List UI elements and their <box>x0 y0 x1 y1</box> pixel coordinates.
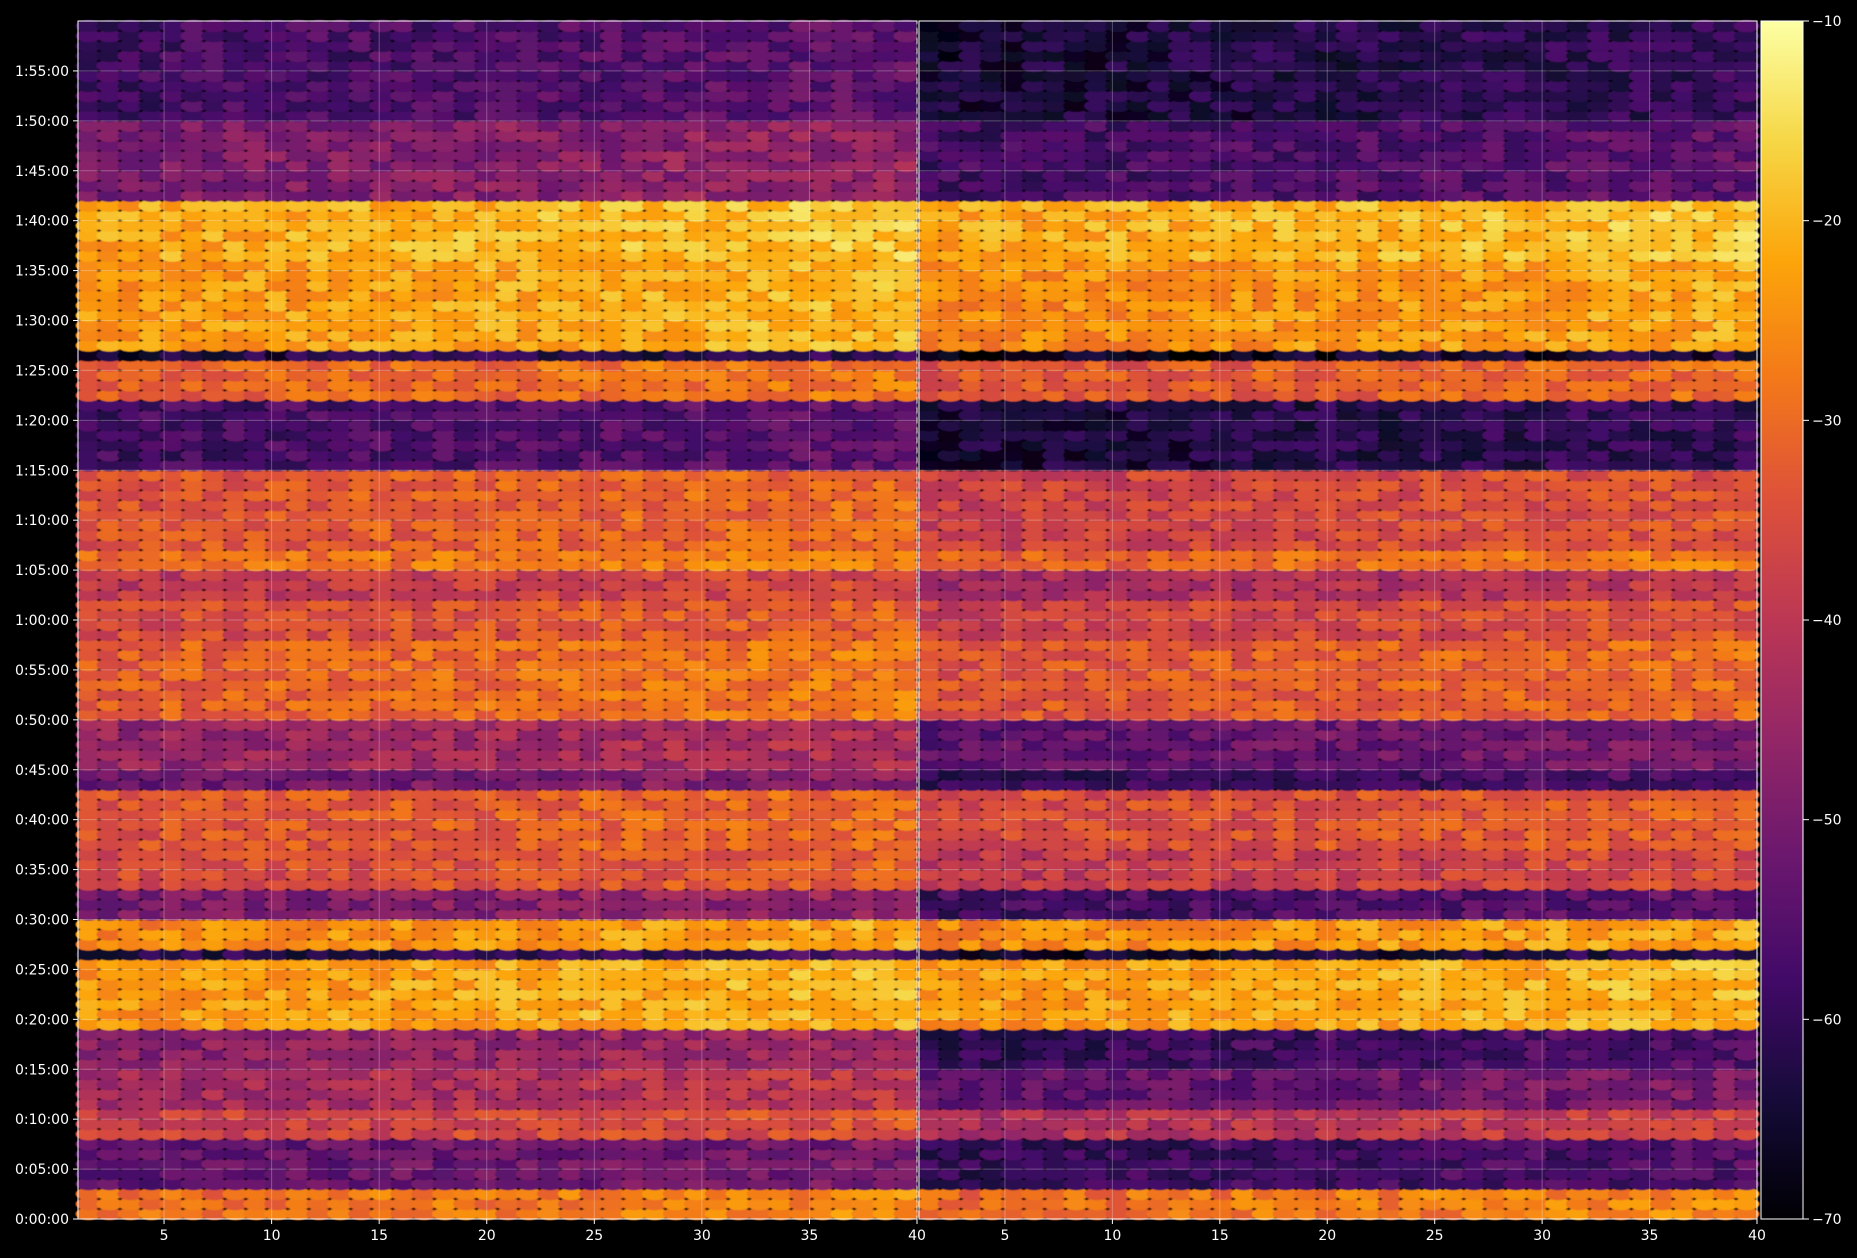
x-tick-label: 5 <box>160 1228 169 1244</box>
y-tick-label: 1:40:00 <box>15 214 69 230</box>
y-tick-label: 1:00:00 <box>15 613 69 629</box>
y-tick-label: 0:45:00 <box>15 763 69 779</box>
y-tick-label: 0:40:00 <box>15 813 69 829</box>
y-tick-label: 1:15:00 <box>15 463 69 479</box>
y-tick-label: 0:10:00 <box>15 1112 69 1128</box>
spectrogram-figure: 5 10 15 20 25 30 35 400:00:000:05:000:10:000:15… <box>0 0 1857 1258</box>
y-tick-label: 0:55:00 <box>15 663 69 679</box>
y-tick-label: 0:15:00 <box>15 1062 69 1078</box>
y-tick-label: 0:50:00 <box>15 713 69 729</box>
y-tick-label: 0:00:00 <box>15 1212 69 1228</box>
x-tick-label: 20 <box>478 1228 496 1244</box>
y-tick-label: 1:50:00 <box>15 114 69 130</box>
x-tick-label: 15 <box>370 1228 388 1244</box>
heatmap-cell <box>893 19 920 33</box>
x-tick-label: 40 <box>908 1228 926 1244</box>
y-tick-label: 1:35:00 <box>15 264 69 280</box>
y-tick-label: 0:35:00 <box>15 863 69 879</box>
x-tick-label: 25 <box>585 1228 603 1244</box>
y-tick-label: 1:30:00 <box>15 314 69 330</box>
y-tick-label: 1:10:00 <box>15 513 69 529</box>
right-heatmap-panel: 5 10 15 20 25 30 35 40 <box>916 19 1766 1244</box>
y-tick-label: 0:05:00 <box>15 1162 69 1178</box>
left-heatmap-panel: 5 10 15 20 25 30 35 40 0:00:00 0:05:00 0:10:00 0:15… <box>15 19 926 1244</box>
y-tick-label: 1:20:00 <box>15 413 69 429</box>
y-tick-label: 1:45:00 <box>15 164 69 180</box>
y-tick-label: 1:05:00 <box>15 563 69 579</box>
y-tick-label: 0:30:00 <box>15 913 69 929</box>
y-tick-label: 1:55:00 <box>15 64 69 80</box>
x-tick-label: 35 <box>801 1228 819 1244</box>
x-tick-label: 10 <box>263 1228 281 1244</box>
x-tick-label: 30 <box>693 1228 711 1244</box>
y-tick-label: 1:25:00 <box>15 363 69 379</box>
y-tick-label: 0:25:00 <box>15 962 69 978</box>
y-tick-label: 0:20:00 <box>15 1012 69 1028</box>
